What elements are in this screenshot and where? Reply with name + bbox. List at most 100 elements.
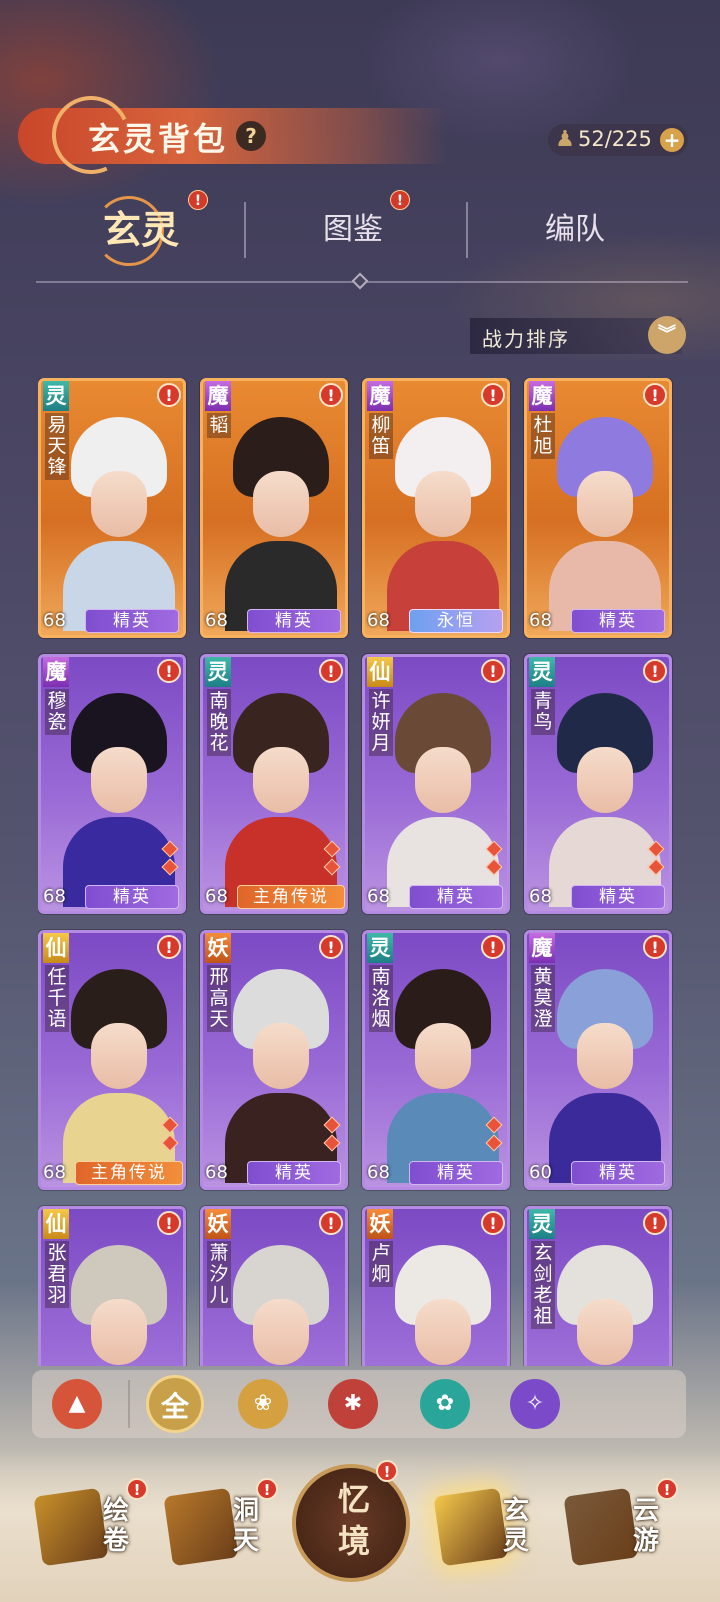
nav-item[interactable]: 云游! (560, 1468, 680, 1588)
tab-alert-badge: ! (390, 190, 410, 210)
star-gems (323, 837, 341, 879)
demon-filter-icon[interactable]: ✱ (328, 1379, 378, 1429)
chevron-down-icon[interactable]: ︾ (648, 316, 686, 354)
alert-icon: ! (656, 1478, 678, 1500)
character-card[interactable]: 魔黄莫澄! 60 精英 (524, 930, 672, 1190)
nav-item[interactable]: 绘卷! (30, 1468, 150, 1588)
character-name: 穆瓷 (45, 689, 69, 735)
character-portrait-face (253, 747, 309, 813)
character-level: 68 (43, 886, 66, 907)
character-name: 南晚花 (207, 689, 231, 756)
character-card[interactable]: 灵玄剑老祖! (524, 1206, 672, 1366)
character-level: 68 (529, 610, 552, 631)
alert-icon: ! (643, 659, 667, 683)
character-card[interactable]: 灵南晚花! 68 主角传说 (200, 654, 348, 914)
sort-label: 战力排序 (482, 327, 570, 351)
spirit-filter-icon[interactable]: ✿ (420, 1379, 470, 1429)
character-name: 柳笛 (369, 413, 393, 459)
gem-icon (323, 1134, 341, 1152)
tab-divider (466, 202, 468, 258)
rank-badge: 精英 (571, 609, 665, 633)
faction-icon: 魔 (529, 381, 555, 411)
character-card[interactable]: 妖萧汐儿! (200, 1206, 348, 1366)
faction-icon: 魔 (529, 933, 555, 963)
character-level: 68 (205, 886, 228, 907)
character-name: 杜旭 (531, 413, 555, 459)
lotus-filter-icon[interactable]: ❀ (238, 1379, 288, 1429)
faction-icon: 仙 (367, 657, 393, 687)
character-portrait-face (91, 1299, 147, 1365)
faction-icon: 妖 (367, 1209, 393, 1239)
faction-icon: 灵 (529, 1209, 555, 1239)
nav-memory[interactable]: 忆境! (292, 1460, 410, 1582)
alert-icon: ! (319, 659, 343, 683)
star-gems (161, 1113, 179, 1155)
tab-bianDui[interactable]: 编队 (470, 190, 680, 270)
character-card[interactable]: 妖邢高天! 68 精英 (200, 930, 348, 1190)
character-card[interactable]: 灵易天锋! 68 精英 (38, 378, 186, 638)
character-card[interactable]: 魔柳笛! 68 永恒 (362, 378, 510, 638)
character-card[interactable]: 妖卢炯! (362, 1206, 510, 1366)
alert-icon: ! (481, 935, 505, 959)
nav-item[interactable]: 玄灵 (430, 1468, 550, 1588)
star-gems (647, 837, 665, 879)
faction-icon: 魔 (43, 657, 69, 687)
filter-separator (128, 1380, 130, 1428)
character-card[interactable]: 仙任千语! 68 主角传说 (38, 930, 186, 1190)
rank-badge: 精英 (571, 1161, 665, 1185)
character-card[interactable]: 灵南洛烟! 68 精英 (362, 930, 510, 1190)
star-gems (485, 837, 503, 879)
faction-icon: 灵 (367, 933, 393, 963)
character-portrait-face (91, 1023, 147, 1089)
star-gems (323, 1113, 341, 1155)
character-portrait-face (253, 471, 309, 537)
character-card[interactable]: 灵青鸟! 68 精英 (524, 654, 672, 914)
character-portrait-face (415, 747, 471, 813)
character-card[interactable]: 仙许妍月! 68 精英 (362, 654, 510, 914)
character-card[interactable]: 魔杜旭! 68 精英 (524, 378, 672, 638)
character-portrait-face (91, 747, 147, 813)
character-name: 玄剑老祖 (531, 1241, 555, 1329)
tab-alert-badge: ! (188, 190, 208, 210)
gem-icon (647, 858, 665, 876)
alert-icon: ! (157, 935, 181, 959)
alert-icon: ! (319, 383, 343, 407)
gem-icon (485, 840, 503, 858)
magic-filter-icon[interactable]: ✧ (510, 1379, 560, 1429)
rank-badge: 精英 (247, 1161, 341, 1185)
alert-icon: ! (319, 1211, 343, 1235)
page-title: 玄灵背包 (88, 120, 229, 158)
alert-icon: ! (256, 1478, 278, 1500)
character-card[interactable]: 魔穆瓷! 68 精英 (38, 654, 186, 914)
character-level: 60 (529, 1162, 552, 1183)
add-capacity-button[interactable]: + (660, 128, 684, 152)
gem-icon (323, 1116, 341, 1134)
alert-icon: ! (376, 1460, 398, 1482)
tab-diamond-ornament (351, 272, 369, 290)
character-card[interactable]: 仙张君羽! (38, 1206, 186, 1366)
character-card[interactable]: 魔韬! 68 精英 (200, 378, 348, 638)
character-name: 任千语 (45, 965, 69, 1032)
capacity-value: 52/225 (578, 127, 652, 151)
nav-label: 云游 (632, 1496, 659, 1556)
diamond-filter-icon[interactable]: ▲ (52, 1379, 102, 1429)
character-name: 南洛烟 (369, 965, 393, 1032)
character-name: 邢高天 (207, 965, 231, 1032)
character-level: 68 (367, 886, 390, 907)
tab-xuanling[interactable]: 玄灵 (36, 190, 246, 270)
character-name: 黄莫澄 (531, 965, 555, 1032)
tab-tujian[interactable]: 图鉴 (248, 190, 458, 270)
nav-label: 忆境 (337, 1480, 370, 1560)
faction-filter-bar: ▲ 全 ❀ ✱ ✿ ✧ (32, 1370, 686, 1438)
nav-item[interactable]: 洞天! (160, 1468, 280, 1588)
character-level: 68 (367, 610, 390, 631)
character-portrait-face (577, 471, 633, 537)
gem-icon (647, 840, 665, 858)
help-icon[interactable]: ? (236, 121, 266, 151)
character-name: 卢炯 (369, 1241, 393, 1287)
character-portrait-face (577, 1023, 633, 1089)
gem-icon (485, 1116, 503, 1134)
alert-icon: ! (126, 1478, 148, 1500)
all-filter-icon[interactable]: 全 (146, 1375, 204, 1433)
sort-dropdown[interactable]: 战力排序 ︾ (470, 316, 686, 354)
